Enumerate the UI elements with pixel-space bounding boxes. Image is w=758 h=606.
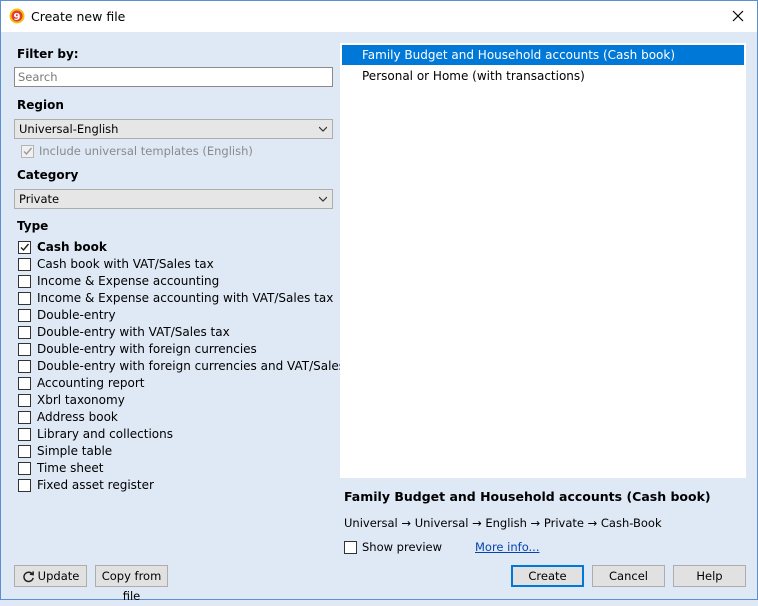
type-label: Type xyxy=(17,219,49,233)
type-checkbox[interactable] xyxy=(18,360,31,373)
close-button[interactable] xyxy=(725,4,751,28)
more-info-link[interactable]: More info... xyxy=(475,540,540,554)
template-list-item[interactable]: Personal or Home (with transactions) xyxy=(342,66,744,86)
checkmark-icon xyxy=(23,147,33,156)
template-list-item[interactable]: Family Budget and Household accounts (Ca… xyxy=(342,45,744,65)
type-checkbox[interactable] xyxy=(18,258,31,271)
type-checkbox[interactable] xyxy=(18,241,31,254)
svg-text:9: 9 xyxy=(14,12,21,23)
copy-from-file-button[interactable]: Copy from file xyxy=(95,565,168,603)
app-logo-icon: 9 xyxy=(9,8,25,24)
update-button-label: Update xyxy=(37,569,80,583)
type-checkbox[interactable] xyxy=(18,292,31,305)
type-checkbox[interactable] xyxy=(18,309,31,322)
help-button-label: Help xyxy=(696,569,723,583)
type-option-label: Double-entry with VAT/Sales tax xyxy=(37,325,230,339)
type-checkbox[interactable] xyxy=(18,411,31,424)
type-option-label: Accounting report xyxy=(37,376,145,390)
show-preview-checkbox[interactable] xyxy=(344,541,357,554)
type-checkbox[interactable] xyxy=(18,479,31,492)
copy-from-file-label: Copy from file xyxy=(101,569,162,603)
type-checkbox[interactable] xyxy=(18,377,31,390)
show-preview-label: Show preview xyxy=(362,540,443,554)
type-option-label: Library and collections xyxy=(37,427,173,441)
cancel-button[interactable]: Cancel xyxy=(592,565,665,587)
type-checkbox[interactable] xyxy=(18,343,31,356)
title-bar: 9 Create new file xyxy=(1,1,757,32)
category-select[interactable]: Private xyxy=(14,189,333,209)
window-title: Create new file xyxy=(31,9,126,24)
category-label: Category xyxy=(17,168,79,182)
chevron-down-icon xyxy=(319,196,327,202)
template-title: Family Budget and Household accounts (Ca… xyxy=(344,489,711,504)
create-new-file-dialog: 9 Create new file Filter by: Region Univ… xyxy=(0,0,758,603)
include-universal-checkbox[interactable] xyxy=(21,145,34,158)
filter-label: Filter by: xyxy=(17,47,79,61)
type-option-label: Fixed asset register xyxy=(37,478,154,492)
region-select[interactable]: Universal-English xyxy=(14,119,333,139)
template-path: Universal → Universal → English → Privat… xyxy=(344,516,662,530)
category-selected-value: Private xyxy=(19,192,60,206)
template-list: Family Budget and Household accounts (Ca… xyxy=(340,43,746,478)
type-option-label: Income & Expense accounting xyxy=(37,274,220,288)
type-option-label: Income & Expense accounting with VAT/Sal… xyxy=(37,291,334,305)
create-button-label: Create xyxy=(528,569,567,583)
checkmark-icon xyxy=(20,243,30,252)
type-checkbox[interactable] xyxy=(18,275,31,288)
type-checkbox[interactable] xyxy=(18,394,31,407)
help-button[interactable]: Help xyxy=(673,565,746,587)
type-option-label: Double-entry with foreign currencies xyxy=(37,342,257,356)
chevron-down-icon xyxy=(319,126,327,132)
type-checkbox[interactable] xyxy=(18,326,31,339)
type-option-label: Cash book with VAT/Sales tax xyxy=(37,257,214,271)
refresh-icon xyxy=(22,571,34,583)
region-label: Region xyxy=(17,98,64,112)
update-button[interactable]: Update xyxy=(14,565,87,587)
cancel-button-label: Cancel xyxy=(609,569,648,583)
region-selected-value: Universal-English xyxy=(19,122,119,136)
type-option-label: Simple table xyxy=(37,444,113,458)
close-icon xyxy=(732,10,744,22)
type-checkbox[interactable] xyxy=(18,428,31,441)
type-option-label: Time sheet xyxy=(37,461,104,475)
create-button[interactable]: Create xyxy=(511,565,584,587)
type-option-label: Cash book xyxy=(37,240,107,254)
type-checkbox[interactable] xyxy=(18,462,31,475)
type-option-label: Xbrl taxonomy xyxy=(37,393,125,407)
type-option-label: Address book xyxy=(37,410,118,424)
type-option-label: Double-entry xyxy=(37,308,116,322)
type-option-label: Double-entry with foreign currencies and… xyxy=(37,359,369,373)
include-universal-label: Include universal templates (English) xyxy=(39,144,253,158)
type-checkbox[interactable] xyxy=(18,445,31,458)
search-input[interactable] xyxy=(14,67,333,87)
